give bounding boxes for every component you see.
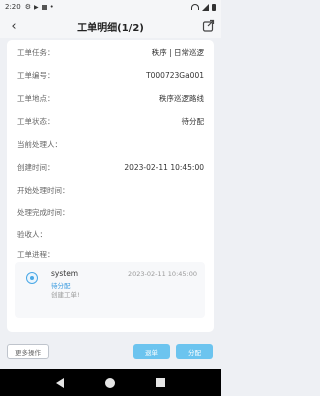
nav-home-icon[interactable] bbox=[104, 377, 115, 388]
log-note: 创建工单! bbox=[51, 291, 80, 299]
log-user: system bbox=[51, 269, 79, 278]
detail-row-handler: 当前处理人： bbox=[17, 138, 204, 150]
status-time: 2:20 bbox=[5, 3, 21, 11]
play-icon: ▶ bbox=[34, 3, 39, 11]
detail-label: 工单任务： bbox=[17, 47, 55, 57]
nav-recent-apps-icon[interactable] bbox=[156, 378, 166, 387]
detail-label: 验收人： bbox=[17, 229, 47, 239]
more-actions-button[interactable]: 更多操作 bbox=[7, 344, 49, 359]
battery-icon bbox=[212, 3, 216, 11]
detail-label: 创建时间： bbox=[17, 162, 55, 172]
detail-row-location: 工单地点： 秩序巡逻路线 bbox=[17, 92, 204, 104]
detail-row-process: 工单进程： bbox=[17, 248, 204, 260]
detail-row-finish: 处理完成时间： bbox=[17, 206, 204, 218]
status-bar: 2:20 ⚙ ▶ • bbox=[0, 0, 221, 14]
wifi-icon bbox=[191, 4, 199, 10]
detail-row-number: 工单编号： T000723Ga001 bbox=[17, 69, 204, 81]
status-right-icons bbox=[191, 3, 216, 11]
detail-label: 处理完成时间： bbox=[17, 207, 70, 217]
notification-icon bbox=[41, 4, 47, 10]
bell-icon bbox=[26, 272, 38, 284]
detail-label: 工单地点： bbox=[17, 93, 55, 103]
nav-back-icon[interactable] bbox=[55, 377, 64, 388]
system-nav-bar bbox=[0, 369, 221, 396]
detail-row-task: 工单任务： 秩序 | 日常巡逻 bbox=[17, 46, 204, 58]
status-icons: ⚙ ▶ • bbox=[25, 3, 54, 11]
log-time: 2023-02-11 10:45:00 bbox=[127, 270, 197, 278]
detail-value: 秩序 | 日常巡逻 bbox=[151, 47, 204, 57]
signal-icon bbox=[202, 3, 209, 11]
process-log-item: system 2023-02-11 10:45:00 待分配 创建工单! bbox=[15, 262, 205, 318]
detail-value: T000723Ga001 bbox=[146, 70, 204, 80]
settings-icon: ⚙ bbox=[24, 3, 32, 11]
work-order-card: 工单任务： 秩序 | 日常巡逻 工单编号： T000723Ga001 工单地点：… bbox=[7, 40, 214, 332]
detail-row-acceptor: 验收人： bbox=[17, 228, 204, 240]
share-icon[interactable] bbox=[202, 19, 215, 32]
header-bar: ‹ 工单明细(1/2) bbox=[0, 14, 221, 38]
page-title: 工单明细(1/2) bbox=[77, 22, 144, 34]
back-button[interactable]: ‹ bbox=[7, 18, 21, 34]
detail-label: 工单进程： bbox=[17, 249, 55, 259]
detail-value: 秩序巡逻路线 bbox=[159, 93, 204, 103]
detail-value: 待分配 bbox=[181, 116, 205, 126]
reject-button[interactable]: 退单 bbox=[133, 344, 170, 359]
detail-label: 工单状态： bbox=[17, 116, 55, 126]
dot-icon: • bbox=[49, 3, 54, 11]
detail-row-start: 开始处理时间： bbox=[17, 184, 204, 196]
chevron-left-icon: ‹ bbox=[11, 18, 17, 34]
detail-label: 当前处理人： bbox=[17, 139, 62, 149]
detail-row-status: 工单状态： 待分配 bbox=[17, 115, 204, 127]
detail-row-created: 创建时间： 2023-02-11 10:45:00 bbox=[17, 161, 204, 173]
detail-label: 工单编号： bbox=[17, 70, 55, 80]
action-bar: 更多操作 退单 分配 bbox=[0, 336, 221, 366]
detail-value: 2023-02-11 10:45:00 bbox=[124, 162, 204, 172]
assign-button[interactable]: 分配 bbox=[176, 344, 213, 359]
detail-label: 开始处理时间： bbox=[17, 185, 70, 195]
